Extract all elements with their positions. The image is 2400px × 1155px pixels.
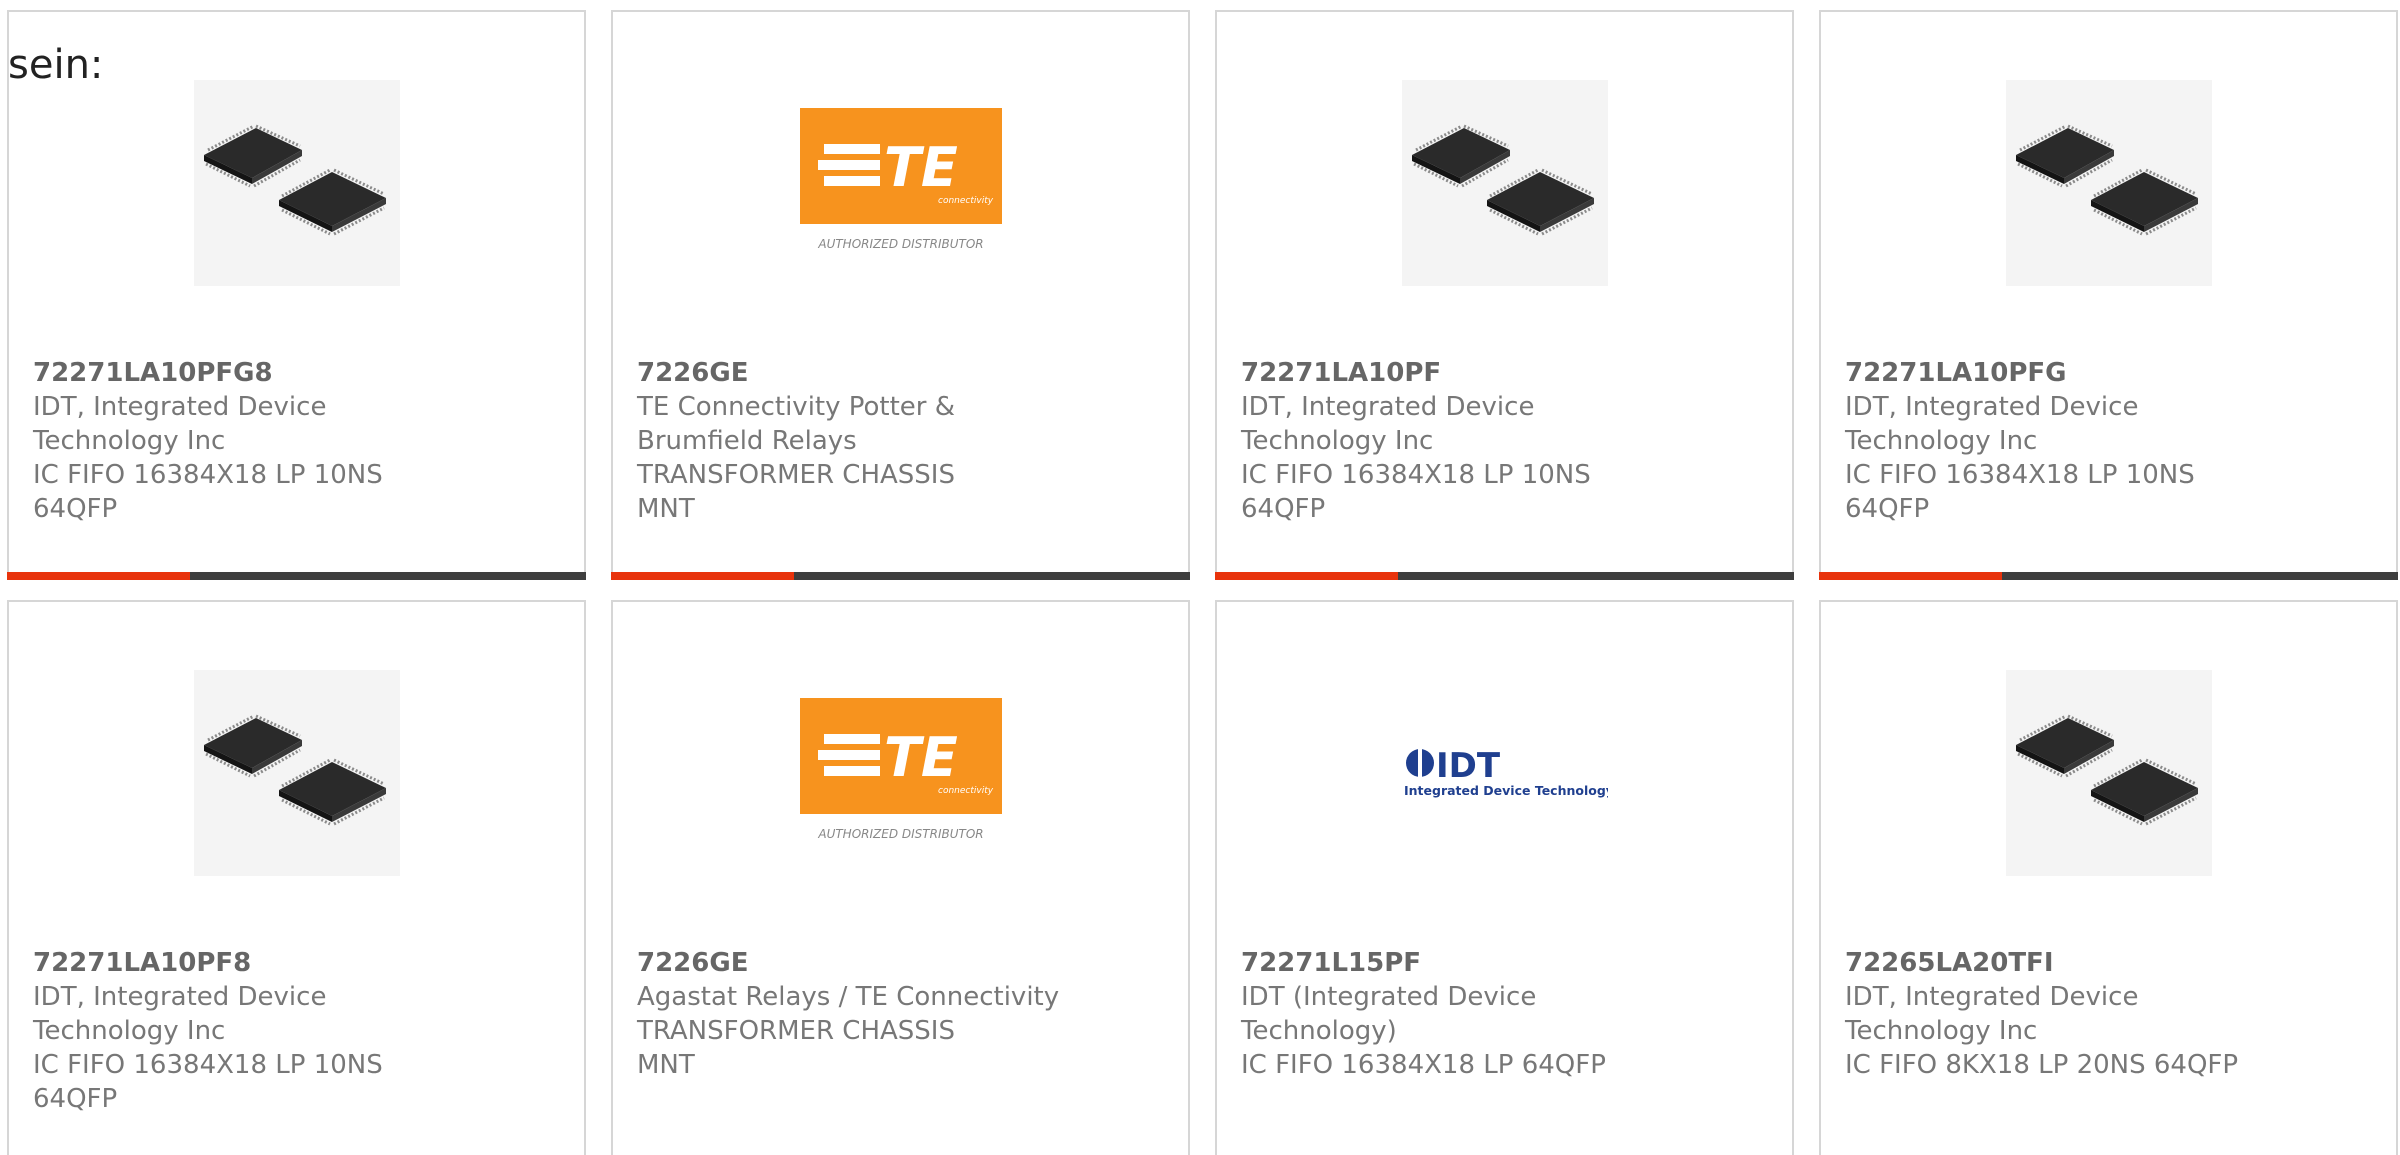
description: IC FIFO 16384X18 LP 64QFP (1241, 1050, 1606, 1080)
te-caption: AUTHORIZED DISTRIBUTOR (817, 237, 983, 251)
card-accent-bar (7, 572, 190, 580)
product-info: 7226GE Agastat Relays / TE Connectivity … (637, 946, 1168, 1082)
product-info: 72265LA20TFI IDT, Integrated Device Tech… (1845, 946, 2376, 1082)
te-tagline: connectivity (938, 196, 994, 206)
product-card[interactable]: TE connectivity AUTHORIZED DISTRIBUTOR 7… (611, 10, 1190, 580)
product-image[interactable] (1821, 80, 2396, 286)
product-card[interactable]: 72271LA10PFG IDT, Integrated Device Tech… (1819, 10, 2398, 580)
product-info: 72271LA10PFG IDT, Integrated Device Tech… (1845, 356, 2376, 526)
product-image[interactable] (1821, 670, 2396, 876)
intro-text: sein: (8, 42, 104, 88)
card-bottom-bar (7, 572, 586, 580)
product-card[interactable]: 72271LA10PFG8 IDT, Integrated Device Tec… (7, 10, 586, 580)
description: IC FIFO 16384X18 LP 10NS 64QFP (1845, 460, 2195, 524)
part-number[interactable]: 7226GE (637, 946, 1168, 980)
product-image[interactable] (9, 670, 584, 876)
idt-tagline: Integrated Device Technology (1404, 783, 1608, 798)
description: TRANSFORMER CHASSIS MNT (637, 460, 955, 524)
card-accent-bar (1215, 572, 1398, 580)
product-info: 72271LA10PF8 IDT, Integrated Device Tech… (33, 946, 564, 1116)
te-caption: AUTHORIZED DISTRIBUTOR (817, 827, 983, 841)
part-number[interactable]: 72271LA10PF (1241, 356, 1772, 390)
manufacturer: IDT, Integrated Device Technology Inc (1241, 392, 1535, 456)
product-card[interactable]: 72265LA20TFI IDT, Integrated Device Tech… (1819, 600, 2398, 1155)
description: TRANSFORMER CHASSIS MNT (637, 1016, 955, 1080)
product-card[interactable]: IDT Integrated Device Technology 72271L1… (1215, 600, 1794, 1155)
manufacturer: Agastat Relays / TE Connectivity (637, 982, 1060, 1012)
chip-package-icon (1401, 80, 1608, 286)
description: IC FIFO 16384X18 LP 10NS 64QFP (33, 460, 383, 524)
chip-package-icon (193, 80, 400, 286)
card-accent-bar (611, 572, 794, 580)
card-accent-bar (1819, 572, 2002, 580)
product-image[interactable] (9, 80, 584, 286)
part-number[interactable]: 72271LA10PF8 (33, 946, 564, 980)
chip-package-icon (2005, 670, 2212, 876)
part-number[interactable]: 72265LA20TFI (1845, 946, 2376, 980)
manufacturer: IDT (Integrated Device Technology) (1241, 982, 1537, 1046)
description: IC FIFO 16384X18 LP 10NS 64QFP (33, 1050, 383, 1114)
product-grid-page: sein: 72271LA10PFG8 IDT, Integrated Devi… (0, 0, 2400, 1155)
idt-wordmark: IDT (1436, 746, 1501, 786)
description: IC FIFO 16384X18 LP 10NS 64QFP (1241, 460, 1591, 524)
part-number[interactable]: 72271L15PF (1241, 946, 1772, 980)
te-tagline: connectivity (938, 786, 994, 796)
manufacturer: TE Connectivity Potter & Brumfield Relay… (637, 392, 956, 456)
product-info: 72271LA10PF IDT, Integrated Device Techn… (1241, 356, 1772, 526)
product-card[interactable]: 72271LA10PF8 IDT, Integrated Device Tech… (7, 600, 586, 1155)
product-card[interactable]: 72271LA10PF IDT, Integrated Device Techn… (1215, 10, 1794, 580)
card-bottom-bar (611, 572, 1190, 580)
manufacturer: IDT, Integrated Device Technology Inc (33, 982, 327, 1046)
idt-logo: IDT Integrated Device Technology (1404, 746, 1608, 798)
description: IC FIFO 8KX18 LP 20NS 64QFP (1845, 1050, 2239, 1080)
manufacturer: IDT, Integrated Device Technology Inc (33, 392, 327, 456)
product-info: 72271L15PF IDT (Integrated Device Techno… (1241, 946, 1772, 1082)
te-connectivity-logo: TE connectivity AUTHORIZED DISTRIBUTOR (799, 108, 1002, 251)
part-number[interactable]: 7226GE (637, 356, 1168, 390)
product-info: 7226GE TE Connectivity Potter & Brumfiel… (637, 356, 1168, 526)
te-wordmark: TE (884, 726, 958, 789)
product-image[interactable]: TE connectivity AUTHORIZED DISTRIBUTOR (613, 672, 1188, 874)
product-image[interactable]: IDT Integrated Device Technology (1217, 672, 1792, 874)
manufacturer: IDT, Integrated Device Technology Inc (1845, 392, 2139, 456)
product-card[interactable]: TE connectivity AUTHORIZED DISTRIBUTOR 7… (611, 600, 1190, 1155)
card-bottom-bar (1215, 572, 1794, 580)
manufacturer: IDT, Integrated Device Technology Inc (1845, 982, 2139, 1046)
card-bottom-bar (1819, 572, 2398, 580)
chip-package-icon (193, 670, 400, 876)
part-number[interactable]: 72271LA10PFG (1845, 356, 2376, 390)
product-info: 72271LA10PFG8 IDT, Integrated Device Tec… (33, 356, 564, 526)
product-image[interactable] (1217, 80, 1792, 286)
product-image[interactable]: TE connectivity AUTHORIZED DISTRIBUTOR (613, 82, 1188, 284)
te-connectivity-logo: TE connectivity AUTHORIZED DISTRIBUTOR (799, 698, 1002, 841)
te-wordmark: TE (884, 136, 958, 199)
part-number[interactable]: 72271LA10PFG8 (33, 356, 564, 390)
chip-package-icon (2005, 80, 2212, 286)
